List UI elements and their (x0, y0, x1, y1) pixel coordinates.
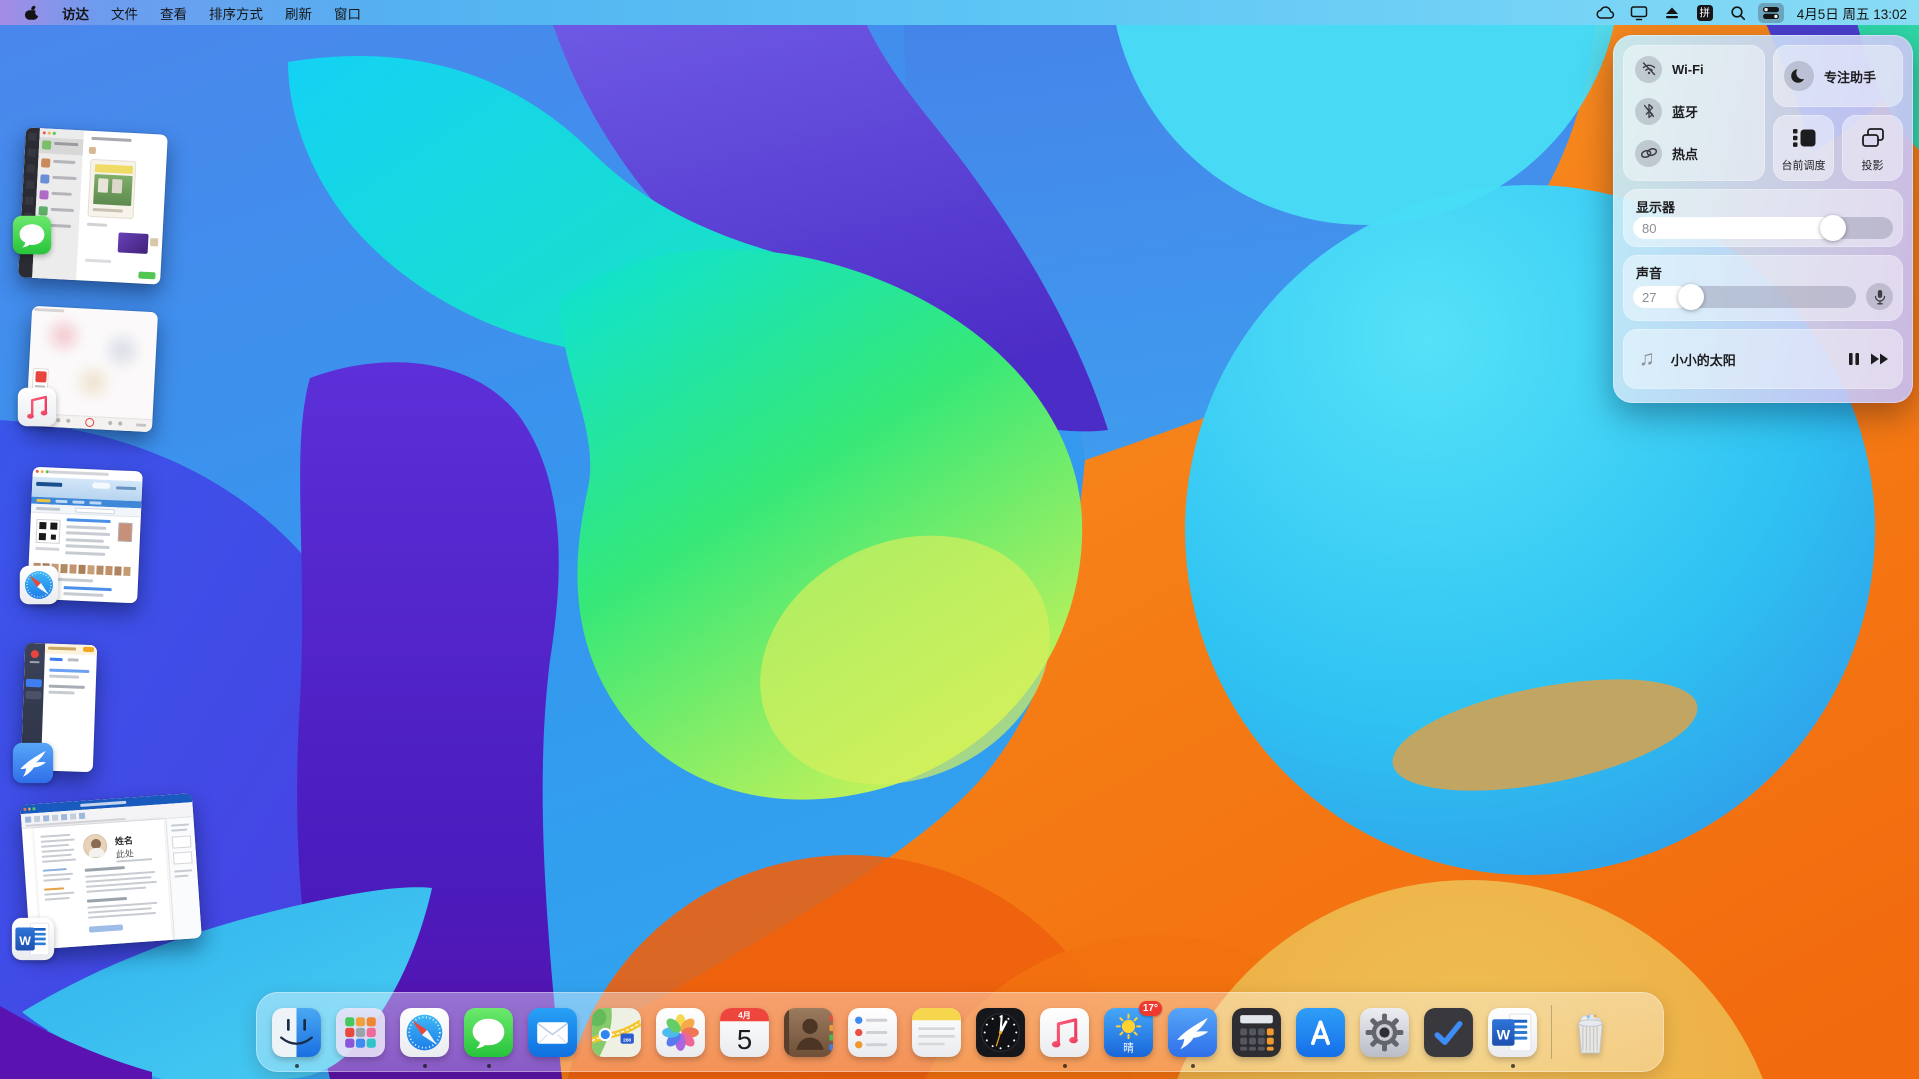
bluetooth-label: 蓝牙 (1672, 102, 1698, 121)
wifi-toggle[interactable]: Wi-Fi (1623, 48, 1765, 90)
display-slider-thumb[interactable] (1820, 215, 1846, 241)
dock-messages[interactable] (463, 1007, 514, 1058)
dock-photos[interactable] (655, 1007, 706, 1058)
microphone-button[interactable] (1866, 283, 1893, 310)
safari-app-badge (19, 565, 59, 605)
desktop: 280 (0, 0, 1919, 1079)
screen-mirroring-button[interactable]: 投影 (1842, 115, 1903, 181)
dock-todo-check[interactable] (1423, 1007, 1474, 1058)
dock-reminders[interactable] (847, 1007, 898, 1058)
hotspot-link-icon (1635, 140, 1662, 167)
music-app-badge (17, 387, 57, 427)
window-preview-messages[interactable] (22, 131, 164, 281)
dock-weather[interactable]: 17° (1103, 1007, 1154, 1058)
display-status-icon[interactable] (1626, 3, 1652, 23)
dock-settings[interactable] (1359, 1007, 1410, 1058)
mirroring-icon (1861, 127, 1885, 149)
pinyin-input-icon[interactable]: 拼 (1692, 3, 1718, 23)
fast-forward-button[interactable] (1870, 353, 1889, 365)
weather-temp-badge: 17° (1139, 1001, 1162, 1016)
hotspot-toggle[interactable]: 热点 (1623, 132, 1765, 174)
apple-menu[interactable] (14, 2, 50, 24)
menu-app-name[interactable]: 访达 (52, 1, 99, 25)
display-card: 显示器 80 (1623, 189, 1903, 247)
dock-separator (1551, 1005, 1552, 1059)
dock-trash[interactable] (1565, 1007, 1616, 1058)
now-playing-card[interactable]: ♫ 小小的太阳 (1623, 329, 1903, 389)
bluetooth-toggle[interactable]: 蓝牙 (1623, 90, 1765, 132)
dock-mail[interactable] (527, 1007, 578, 1058)
dock-clock[interactable] (975, 1007, 1026, 1058)
running-indicator (487, 1064, 491, 1068)
running-indicator (295, 1064, 299, 1068)
cloud-status-icon[interactable] (1593, 3, 1619, 23)
sound-slider-thumb[interactable] (1678, 284, 1704, 310)
hotspot-label: 热点 (1672, 144, 1698, 163)
dock-launchpad[interactable] (335, 1007, 386, 1058)
menu-sort[interactable]: 排序方式 (199, 1, 273, 25)
window-preview-word[interactable]: 姓名 此处 (25, 799, 197, 944)
menu-window[interactable]: 窗口 (324, 1, 371, 25)
connectivity-card: Wi-Fi 蓝牙 热点 (1623, 45, 1765, 181)
word-doc-place-label: 此处 (115, 846, 134, 860)
focus-toggle[interactable]: 专注助手 (1773, 45, 1903, 107)
dock-safari[interactable] (399, 1007, 450, 1058)
sound-volume-slider[interactable]: 27 (1633, 286, 1856, 308)
menu-bar: 访达 文件 查看 排序方式 刷新 窗口 拼 (0, 0, 1919, 25)
sound-label: 声音 (1636, 263, 1662, 282)
menu-bar-clock[interactable]: 4月5日 周五 13:02 (1797, 3, 1907, 23)
pause-button[interactable] (1848, 352, 1860, 366)
dock-music[interactable] (1039, 1007, 1090, 1058)
dock-thunder[interactable] (1167, 1007, 1218, 1058)
moon-icon (1784, 61, 1814, 91)
dock-word[interactable] (1487, 1007, 1538, 1058)
microphone-icon (1874, 289, 1886, 305)
thunder-app-badge (12, 742, 54, 784)
wifi-label: Wi-Fi (1672, 62, 1704, 77)
stage-manager-label: 台前调度 (1773, 157, 1834, 173)
music-note-icon: ♫ (1639, 347, 1655, 371)
running-indicator (1191, 1064, 1195, 1068)
control-center-icon[interactable] (1758, 3, 1784, 23)
dock-notes[interactable] (911, 1007, 962, 1058)
messages-app-badge (12, 215, 52, 255)
running-indicator (1063, 1064, 1067, 1068)
menu-file[interactable]: 文件 (101, 1, 148, 25)
focus-label: 专注助手 (1824, 67, 1876, 86)
dock-calendar[interactable] (719, 1007, 770, 1058)
dock: 17° (256, 992, 1664, 1072)
mirroring-label: 投影 (1842, 157, 1903, 173)
window-preview-safari[interactable] (30, 469, 140, 601)
display-label: 显示器 (1636, 197, 1675, 216)
window-preview-thunder[interactable] (23, 644, 95, 771)
sound-card: 声音 27 (1623, 255, 1903, 321)
dock-maps[interactable] (591, 1007, 642, 1058)
window-preview-music[interactable] (29, 309, 155, 429)
menu-view[interactable]: 查看 (150, 1, 197, 25)
eject-icon[interactable] (1659, 3, 1685, 23)
dock-finder[interactable] (271, 1007, 322, 1058)
menu-refresh[interactable]: 刷新 (275, 1, 322, 25)
word-app-badge (11, 917, 55, 961)
stage-manager-button[interactable]: 台前调度 (1773, 115, 1834, 181)
bluetooth-off-icon (1635, 98, 1662, 125)
running-indicator (423, 1064, 427, 1068)
word-doc-name-label: 姓名 (114, 833, 133, 847)
apple-logo (24, 4, 40, 22)
control-center-panel: Wi-Fi 蓝牙 热点 专注助手 (1613, 35, 1913, 403)
display-brightness-slider[interactable]: 80 (1633, 217, 1893, 239)
dock-calculator[interactable] (1231, 1007, 1282, 1058)
wifi-off-icon (1635, 56, 1662, 83)
stage-manager-icon (1792, 127, 1816, 149)
running-indicator (1511, 1064, 1515, 1068)
dock-app-store[interactable] (1295, 1007, 1346, 1058)
search-icon[interactable] (1725, 3, 1751, 23)
now-playing-title: 小小的太阳 (1671, 350, 1736, 369)
dock-contacts[interactable] (783, 1007, 834, 1058)
display-brightness-value: 80 (1633, 217, 1833, 239)
